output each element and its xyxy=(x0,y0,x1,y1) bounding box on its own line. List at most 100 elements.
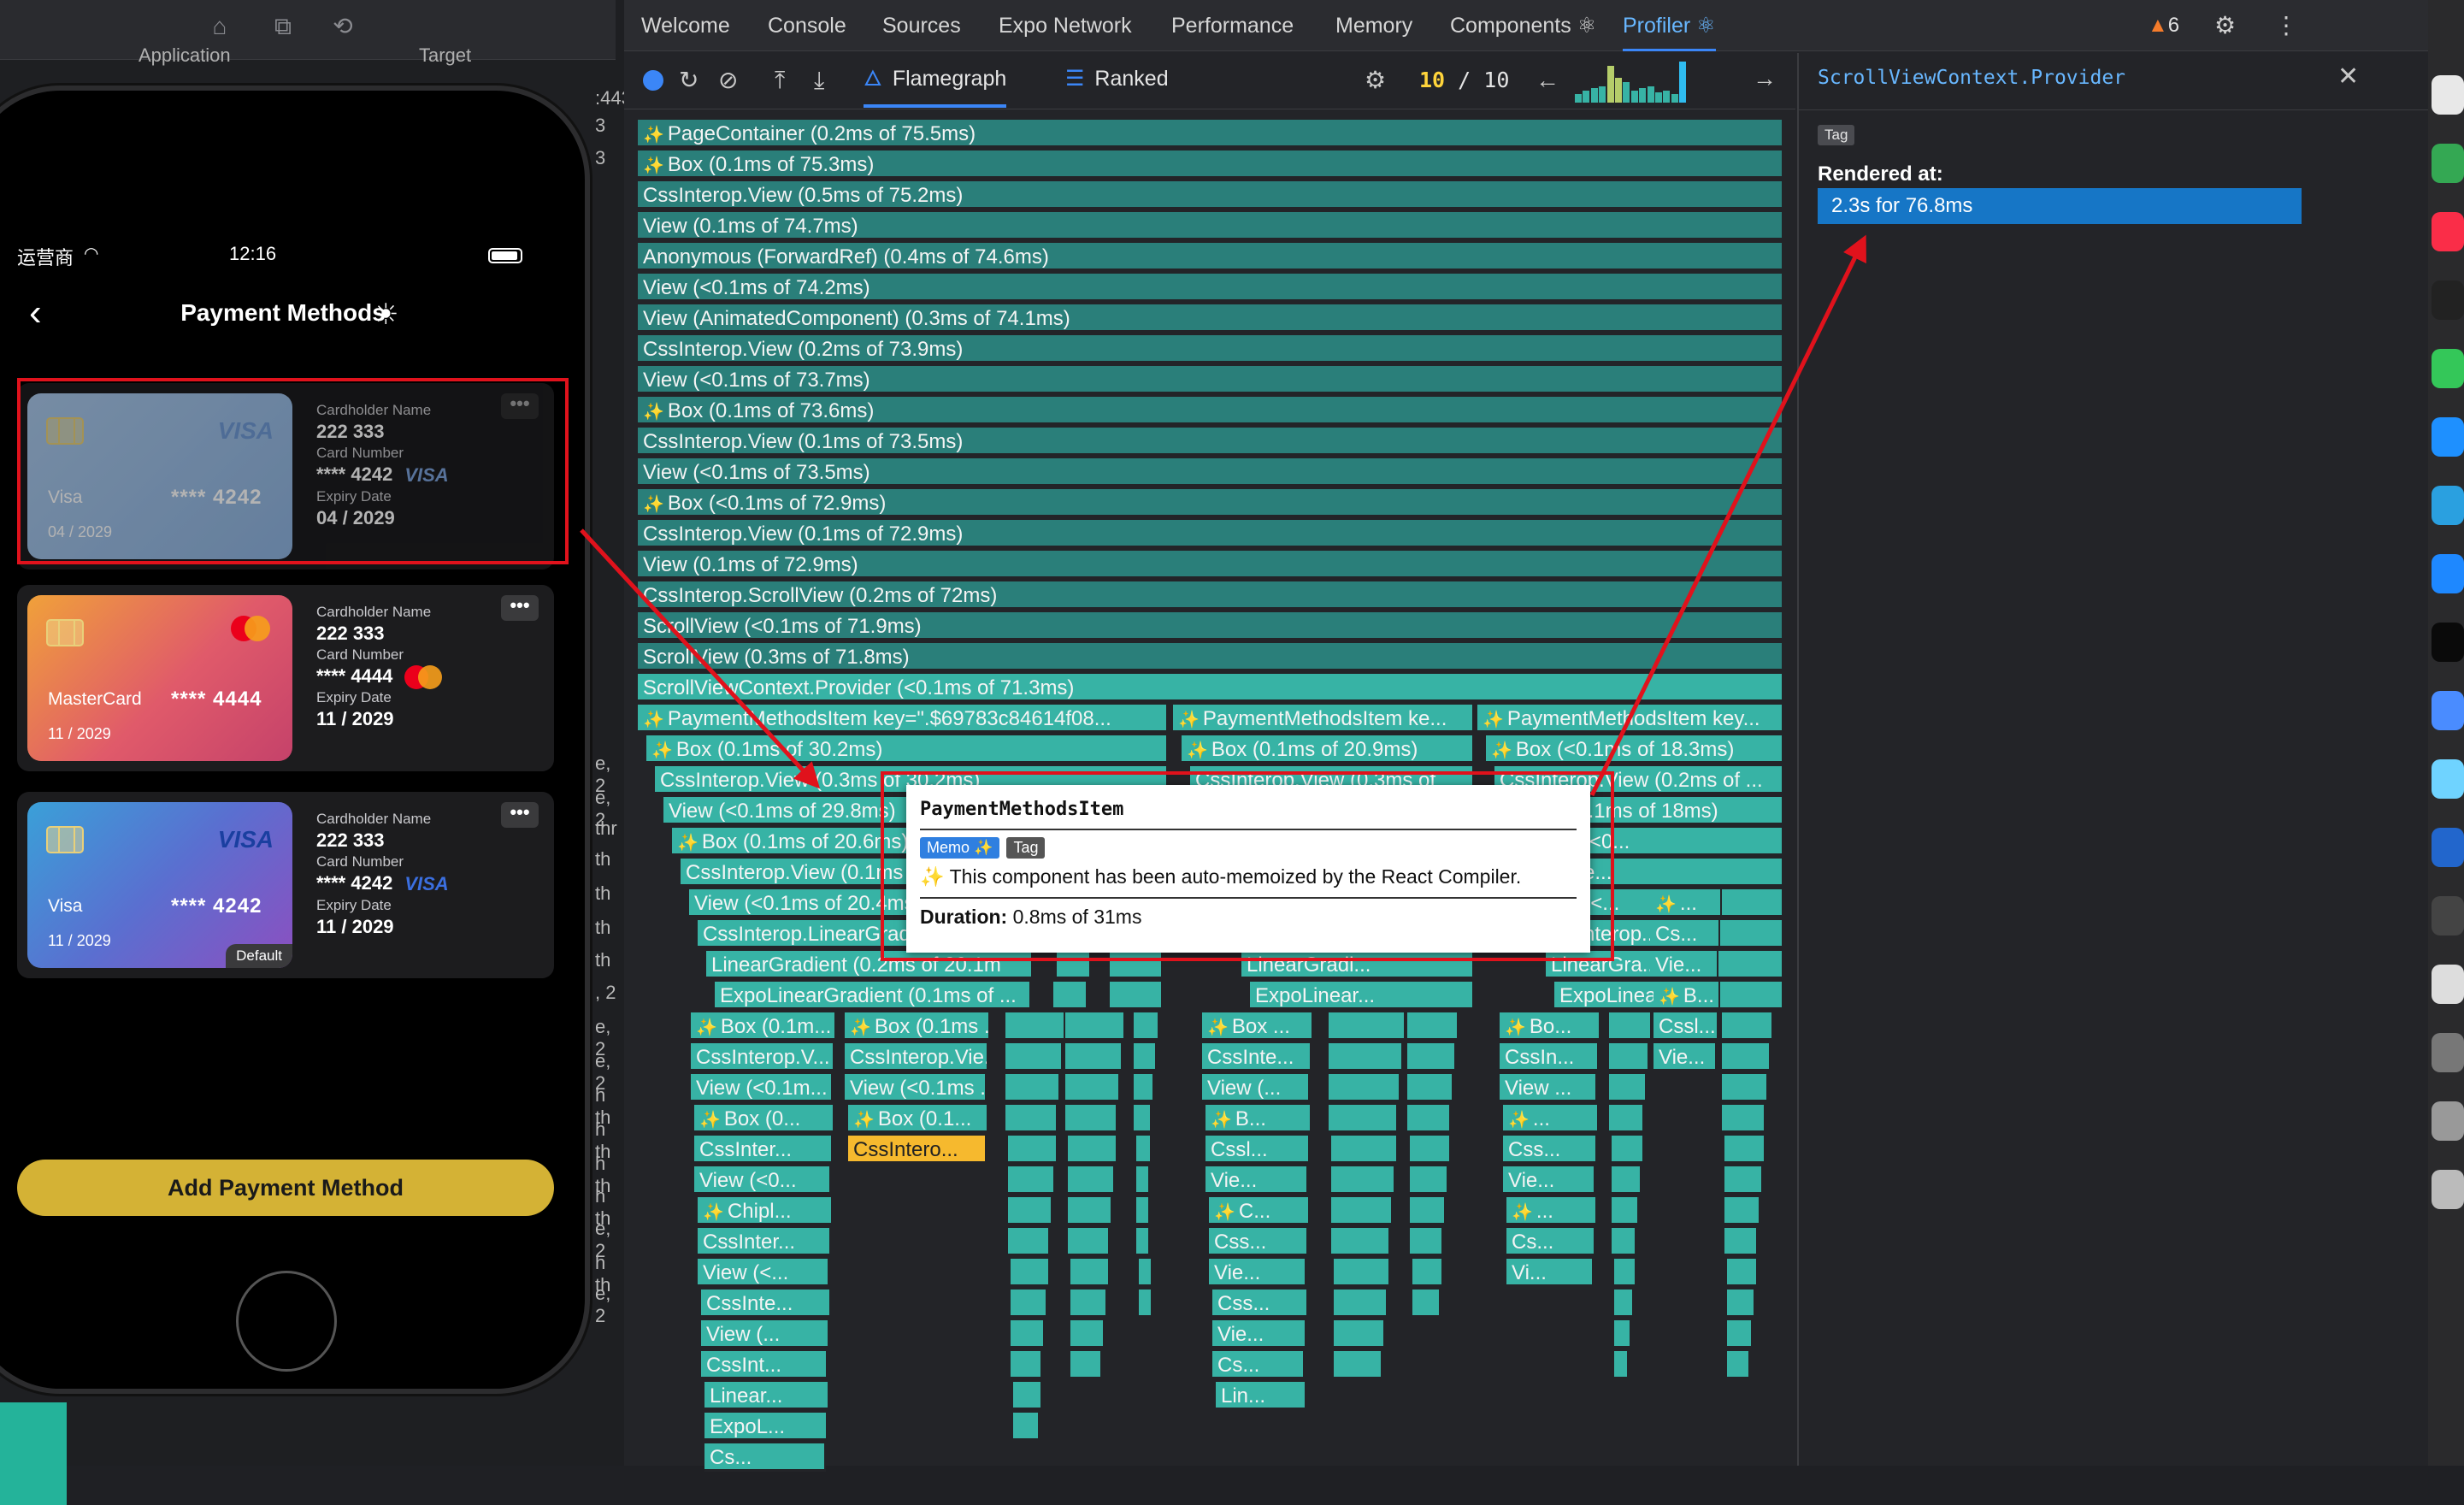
flame-node[interactable]: ✨... xyxy=(1503,1105,1599,1133)
flame-node[interactable] xyxy=(1008,1166,1055,1195)
commit-bar[interactable] xyxy=(1615,78,1622,103)
home-button[interactable] xyxy=(236,1271,337,1372)
tab-welcome[interactable]: Welcome xyxy=(641,0,730,51)
flame-node[interactable]: View (<0.1ms of 73.7ms) xyxy=(638,366,1783,394)
flame-node[interactable] xyxy=(1329,1012,1406,1041)
flame-node[interactable]: ✨ Box ... xyxy=(1202,1012,1313,1041)
flame-node[interactable]: ExpoLinear... xyxy=(1250,982,1474,1010)
flame-node[interactable]: ✨ Box (0.1m... xyxy=(691,1012,836,1041)
flame-node[interactable]: Cssl... xyxy=(1653,1012,1718,1041)
flame-node[interactable]: Vie... xyxy=(1650,951,1718,979)
dock-app-icon[interactable] xyxy=(2432,144,2464,183)
commit-bar[interactable] xyxy=(1639,88,1647,103)
flame-node[interactable] xyxy=(1722,1074,1768,1102)
flame-node[interactable]: CssInterop.ScrollView (0.2ms of 72ms) xyxy=(638,581,1783,610)
flame-node[interactable] xyxy=(1331,1197,1393,1225)
tab-components[interactable]: Components ⚛ xyxy=(1450,0,1596,51)
flame-node[interactable]: View (0.1ms of 72.9ms) xyxy=(638,551,1783,579)
dock-app-icon[interactable] xyxy=(2432,965,2464,1004)
dock-app-icon[interactable] xyxy=(2432,828,2464,867)
upload-icon[interactable]: ⤒ xyxy=(775,67,785,94)
dock-app-icon[interactable] xyxy=(2432,417,2464,457)
flame-node[interactable]: CssInter... xyxy=(698,1228,831,1256)
flame-node[interactable]: View (<... xyxy=(698,1259,829,1287)
flame-node[interactable] xyxy=(1005,1105,1058,1133)
flame-node[interactable]: ScrollViewContext.Provider (<0.1ms of 71… xyxy=(638,674,1783,702)
settings-gear-icon[interactable]: ⚙ xyxy=(2214,0,2236,51)
dock-app-icon[interactable] xyxy=(2432,1101,2464,1141)
flame-node[interactable]: CssInterop.V... xyxy=(691,1043,834,1071)
flame-node[interactable]: CssInt... xyxy=(701,1351,828,1379)
flame-node[interactable]: Vie... xyxy=(1212,1320,1306,1349)
flame-node[interactable] xyxy=(1612,1197,1639,1225)
flame-node[interactable]: CssInte... xyxy=(701,1290,831,1318)
flame-node[interactable]: Linear... xyxy=(704,1382,829,1410)
profiler-settings-gear-icon[interactable]: ⚙ xyxy=(1365,67,1386,94)
dock-app-icon[interactable] xyxy=(2432,1033,2464,1072)
flame-node[interactable] xyxy=(1412,1259,1443,1287)
flame-node[interactable] xyxy=(1334,1290,1388,1318)
more-vertical-icon[interactable]: ⋮ xyxy=(2274,0,2298,51)
flame-node[interactable] xyxy=(1008,1197,1052,1225)
reload-profile-icon[interactable]: ↻ xyxy=(679,67,699,94)
commit-bar-chart[interactable] xyxy=(1575,62,1687,103)
flame-node[interactable]: ✨ Box (0.1ms of 20.9ms) xyxy=(1182,735,1474,764)
flame-node[interactable] xyxy=(1331,1228,1390,1256)
flame-node[interactable] xyxy=(1724,1166,1763,1195)
flame-node[interactable]: ✨ Box (0.1ms of 30.2ms) xyxy=(646,735,1168,764)
flame-node[interactable] xyxy=(1065,1074,1120,1102)
flame-node[interactable] xyxy=(1609,1043,1649,1071)
commit-bar[interactable] xyxy=(1583,90,1590,103)
flame-node[interactable] xyxy=(1005,1074,1060,1102)
flame-node[interactable]: View (0.1ms of 74.7ms) xyxy=(638,212,1783,240)
flame-node[interactable] xyxy=(1134,1074,1154,1102)
flame-node[interactable]: Vie... xyxy=(1209,1259,1306,1287)
flame-node[interactable] xyxy=(1013,1382,1042,1410)
flame-node[interactable]: View (... xyxy=(701,1320,829,1349)
screenshot-icon[interactable]: ⧉ xyxy=(268,12,298,41)
home-icon[interactable]: ⌂ xyxy=(205,12,234,41)
flamegraph-tab[interactable]: 🜂 Flamegraph xyxy=(864,53,1007,108)
payment-card-row-2[interactable]: MasterCard **** 4444 11 / 2029 Cardholde… xyxy=(17,585,554,771)
next-commit-arrow-icon[interactable]: → xyxy=(1753,65,1777,92)
flame-node[interactable] xyxy=(1727,1290,1755,1318)
flame-node[interactable]: ✨ Box (0... xyxy=(694,1105,834,1133)
flame-node[interactable]: ✨ Chipl... xyxy=(698,1197,833,1225)
commit-bar[interactable] xyxy=(1575,94,1582,103)
payment-card-row-3[interactable]: VISA Visa **** 4242 11 / 2029 Default Ca… xyxy=(17,792,554,978)
flame-node[interactable]: ✨ Bo... xyxy=(1500,1012,1600,1041)
flame-node[interactable] xyxy=(1609,1105,1644,1133)
flame-node[interactable]: CssInte... xyxy=(1202,1043,1312,1071)
flame-node[interactable] xyxy=(1724,1197,1760,1225)
flame-node[interactable] xyxy=(1329,1043,1403,1071)
download-icon[interactable]: ⤓ xyxy=(814,67,824,94)
flame-node[interactable] xyxy=(1070,1351,1102,1379)
flame-node[interactable] xyxy=(1134,1012,1159,1041)
flame-node[interactable]: Lin... xyxy=(1216,1382,1306,1410)
flame-node[interactable] xyxy=(1065,1012,1125,1041)
commit-bar[interactable] xyxy=(1599,86,1606,103)
tab-performance[interactable]: Performance xyxy=(1171,0,1294,51)
close-icon[interactable]: ✕ xyxy=(2337,62,2359,91)
flame-node[interactable]: ✨... xyxy=(1650,889,1722,918)
flame-node[interactable]: ScrollView (0.3ms of 71.8ms) xyxy=(638,643,1783,671)
flame-node[interactable]: ✨ Box (0.1ms of 75.3ms) xyxy=(638,150,1783,179)
flame-node[interactable]: ScrollView (<0.1ms of 71.9ms) xyxy=(638,612,1783,640)
flame-node[interactable]: ✨... xyxy=(1506,1197,1597,1225)
flame-node[interactable] xyxy=(1334,1320,1385,1349)
flame-node[interactable]: ExpoL... xyxy=(704,1413,828,1441)
prev-commit-arrow-icon[interactable]: ← xyxy=(1536,67,1559,94)
dock-app-icon[interactable] xyxy=(2432,75,2464,115)
flame-node[interactable] xyxy=(1068,1228,1110,1256)
flame-node[interactable] xyxy=(1609,1074,1647,1102)
flame-node[interactable] xyxy=(1412,1290,1441,1318)
flame-node[interactable] xyxy=(1136,1166,1150,1195)
rotate-icon[interactable]: ⟲ xyxy=(328,12,357,41)
flame-node[interactable] xyxy=(1070,1290,1107,1318)
flame-node[interactable]: ✨ PaymentMethodsItem ke... xyxy=(1173,705,1474,733)
flame-node[interactable]: ✨ PageContainer (0.2ms of 75.5ms) xyxy=(638,120,1783,148)
flame-node[interactable] xyxy=(1614,1290,1634,1318)
flame-node[interactable] xyxy=(1609,1012,1652,1041)
flame-node[interactable] xyxy=(1614,1320,1631,1349)
flame-node[interactable]: CssInterop.View (0.1ms of 72.9ms) xyxy=(638,520,1783,548)
